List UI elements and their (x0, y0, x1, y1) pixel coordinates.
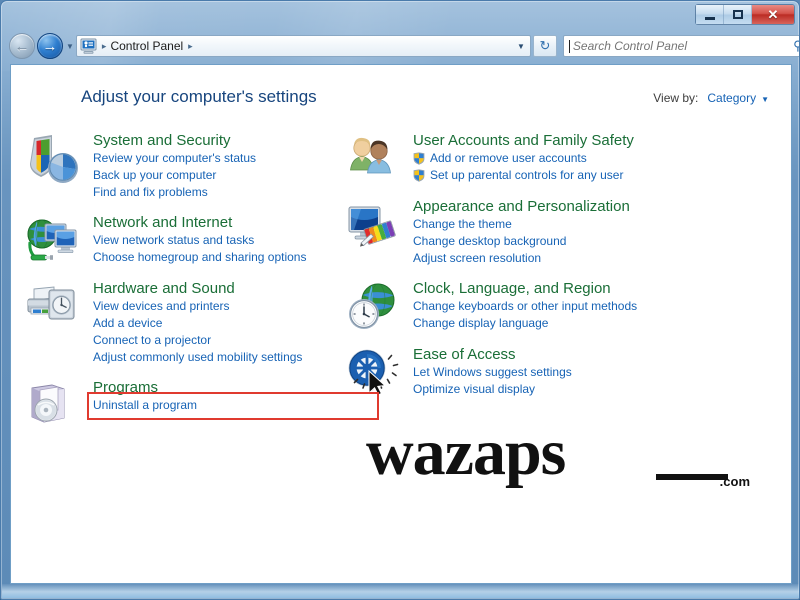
page-title: Adjust your computer's settings (81, 87, 317, 106)
category-link[interactable]: Change the theme (413, 216, 691, 233)
category-link[interactable]: Back up your computer (93, 167, 371, 184)
title-bar: ✕ (1, 1, 799, 29)
category-title[interactable]: Hardware and Sound (93, 279, 235, 298)
back-button[interactable]: ← (9, 33, 35, 59)
category-ease-of-access: Ease of Access Let Windows suggest settin… (341, 345, 691, 399)
search-input[interactable] (569, 39, 787, 53)
category-link[interactable]: View devices and printers (93, 298, 371, 315)
watermark: wazaps .com (366, 420, 756, 492)
programs-disc-icon[interactable] (27, 380, 79, 432)
category-link[interactable]: Adjust screen resolution (413, 250, 691, 267)
view-by-control: View by: Category ▼ (653, 91, 769, 105)
arrow-right-icon: → (42, 37, 58, 55)
view-by-label: View by: (653, 91, 699, 105)
minimize-icon (704, 16, 715, 20)
appearance-monitor-icon[interactable] (347, 199, 399, 251)
category-network-and-internet: Network and Internet View network status … (21, 213, 371, 267)
chevron-down-icon[interactable]: ▼ (512, 42, 530, 51)
watermark-text: wazaps (366, 416, 566, 489)
search-icon[interactable]: ⚲ (787, 38, 799, 54)
category-link[interactable]: Choose homegroup and sharing options (93, 249, 371, 266)
search-box[interactable]: ⚲ (562, 35, 799, 57)
category-column-left: System and Security Review your computer'… (21, 131, 371, 444)
category-link[interactable]: Uninstall a program (93, 397, 371, 414)
breadcrumb-separator-trailing[interactable]: ▸ (183, 41, 197, 52)
view-by-value[interactable]: Category (707, 91, 756, 105)
content-pane: Adjust your computer's settings View by:… (10, 64, 792, 584)
category-title[interactable]: Programs (93, 378, 158, 397)
arrow-left-icon: ← (14, 37, 30, 55)
window-bottom-glass (2, 584, 799, 598)
user-accounts-icon[interactable] (347, 133, 399, 185)
category-column-right: User Accounts and Family Safety Add or r… (341, 131, 691, 411)
maximize-icon (732, 10, 743, 19)
maximize-button[interactable] (724, 5, 752, 24)
category-title[interactable]: System and Security (93, 131, 231, 150)
category-link[interactable]: Find and fix problems (93, 184, 371, 201)
category-link[interactable]: Change display language (413, 315, 691, 332)
category-title[interactable]: Ease of Access (413, 345, 516, 364)
category-link[interactable]: Set up parental controls for any user (413, 167, 691, 184)
uac-shield-icon (413, 169, 425, 182)
category-link[interactable]: Optimize visual display (413, 381, 691, 398)
category-link[interactable]: Add or remove user accounts (413, 150, 691, 167)
category-hardware-and-sound: Hardware and Sound View devices and print… (21, 279, 371, 366)
category-link[interactable]: View network status and tasks (93, 232, 371, 249)
recent-pages-button[interactable]: ▼ (66, 42, 74, 51)
control-panel-icon (80, 38, 97, 54)
address-bar[interactable]: ▸ Control Panel ▸ ▼ (75, 35, 531, 57)
category-system-and-security: System and Security Review your computer'… (21, 131, 371, 201)
clock-globe-icon[interactable] (347, 281, 399, 333)
breadcrumb-control-panel[interactable]: Control Panel (110, 39, 183, 53)
caption-button-group: ✕ (695, 4, 795, 25)
category-user-accounts-and-family-safety: User Accounts and Family Safety Add or r… (341, 131, 691, 185)
category-link[interactable]: Let Windows suggest settings (413, 364, 691, 381)
address-toolbar: ← → ▼ ▸ Control Panel ▸ ▼ ↻ Search Contr… (1, 31, 799, 61)
watermark-underline (656, 474, 728, 480)
security-shield-icon[interactable] (27, 133, 79, 185)
category-title[interactable]: User Accounts and Family Safety (413, 131, 634, 150)
ease-of-access-icon[interactable] (347, 347, 399, 399)
category-title[interactable]: Clock, Language, and Region (413, 279, 611, 298)
chevron-down-icon[interactable]: ▼ (761, 95, 769, 104)
forward-button[interactable]: → (37, 33, 63, 59)
printer-hardware-icon[interactable] (27, 281, 79, 333)
category-link[interactable]: Change desktop background (413, 233, 691, 250)
breadcrumb-separator: ▸ (101, 40, 107, 51)
watermark-suffix: .com (719, 474, 750, 489)
refresh-button[interactable]: ↻ (532, 35, 557, 57)
minimize-button[interactable] (696, 5, 724, 24)
category-title[interactable]: Appearance and Personalization (413, 197, 630, 216)
category-appearance-and-personalization: Appearance and Personalization Change the… (341, 197, 691, 267)
category-clock-language-and-region: Clock, Language, and Region Change keyboa… (341, 279, 691, 333)
uac-shield-icon (413, 152, 425, 165)
control-panel-window: ✕ ← → ▼ ▸ Control Panel ▸ ▼ ↻ Search Con… (0, 0, 800, 600)
close-button[interactable]: ✕ (752, 5, 794, 24)
category-link[interactable]: Change keyboards or other input methods (413, 298, 691, 315)
network-globe-icon[interactable] (27, 215, 79, 267)
category-link[interactable]: Connect to a projector (93, 332, 371, 349)
category-link[interactable]: Adjust commonly used mobility settings (93, 349, 371, 366)
category-link[interactable]: Add a device (93, 315, 371, 332)
category-link[interactable]: Review your computer's status (93, 150, 371, 167)
category-programs: Programs Uninstall a program (21, 378, 371, 432)
category-title[interactable]: Network and Internet (93, 213, 232, 232)
